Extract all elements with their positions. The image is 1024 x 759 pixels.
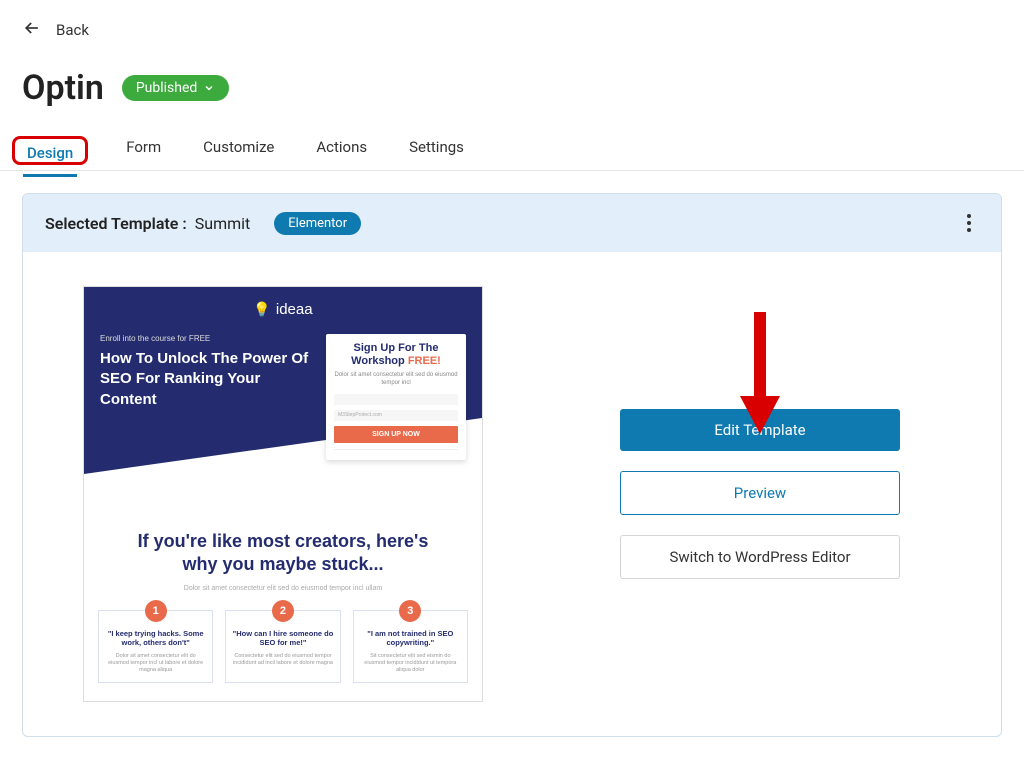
preview-card-3: 3 "I am not trained in SEO copywriting."… bbox=[353, 610, 468, 683]
preview-input-1 bbox=[334, 394, 458, 405]
tab-form[interactable]: Form bbox=[122, 130, 165, 170]
annotation-highlight: Design bbox=[12, 136, 88, 165]
preview-card-num: 3 bbox=[399, 600, 421, 622]
preview-card-num: 2 bbox=[272, 600, 294, 622]
preview-card-title: "How can I hire someone do SEO for me!" bbox=[232, 629, 333, 648]
preview-card-body: Consectetur elit sed do eiusmod tempor i… bbox=[232, 653, 333, 667]
preview-signup-free: FREE! bbox=[408, 355, 441, 367]
preview-input-2: M3StepProtect.com bbox=[334, 410, 458, 421]
preview-card-body: Sit consectetur elit sed eismin do eiusm… bbox=[360, 653, 461, 674]
preview-card-1: 1 "I keep trying hacks. Some work, other… bbox=[98, 610, 213, 683]
edit-template-button[interactable]: Edit Template bbox=[620, 409, 900, 451]
preview-signup-card: Sign Up For The Workshop FREE! Dolor sit… bbox=[326, 334, 466, 460]
preview-signup-sub: Dolor sit amet consectetur elit sed do e… bbox=[334, 372, 458, 388]
tab-customize[interactable]: Customize bbox=[199, 130, 278, 170]
template-preview: 💡 ideaa Enroll into the course for FREE … bbox=[83, 286, 503, 702]
preview-card-body: Dolor sit amet consectetur elit do eiusm… bbox=[105, 653, 206, 674]
panel-header: Selected Template : Summit Elementor bbox=[23, 194, 1001, 252]
preview-card-title: "I am not trained in SEO copywriting." bbox=[360, 629, 461, 648]
template-panel: Selected Template : Summit Elementor 💡 i… bbox=[22, 193, 1002, 737]
preview-card-title: "I keep trying hacks. Some work, others … bbox=[105, 629, 206, 648]
chevron-down-icon bbox=[203, 82, 215, 94]
status-badge[interactable]: Published bbox=[122, 75, 229, 101]
tabs: Design Form Customize Actions Settings bbox=[0, 120, 1024, 171]
preview-sub2: Dolor sit amet consectetur elit sed do e… bbox=[110, 585, 456, 592]
preview-h2: If you're like most creators, here's why… bbox=[110, 530, 456, 577]
preview-card-num: 1 bbox=[145, 600, 167, 622]
builder-badge: Elementor bbox=[274, 212, 361, 235]
status-text: Published bbox=[136, 80, 197, 96]
preview-headline: How To Unlock The Power Of SEO For Ranki… bbox=[100, 349, 312, 410]
preview-card-2: 2 "How can I hire someone do SEO for me!… bbox=[225, 610, 340, 683]
selected-template-label: Selected Template : bbox=[45, 214, 187, 233]
tab-settings[interactable]: Settings bbox=[405, 130, 468, 170]
selected-template-name: Summit bbox=[195, 214, 251, 233]
back-button[interactable]: Back bbox=[56, 21, 89, 39]
preview-enroll: Enroll into the course for FREE bbox=[100, 334, 312, 343]
switch-editor-button[interactable]: Switch to WordPress Editor bbox=[620, 535, 900, 579]
back-arrow-icon[interactable] bbox=[22, 18, 42, 42]
tab-design[interactable]: Design bbox=[23, 136, 77, 176]
preview-logo-text: ideaa bbox=[276, 301, 313, 318]
kebab-menu[interactable] bbox=[959, 210, 979, 236]
tab-actions[interactable]: Actions bbox=[312, 130, 371, 170]
preview-logo: 💡 ideaa bbox=[100, 301, 466, 318]
preview-button[interactable]: Preview bbox=[620, 471, 900, 515]
preview-cta: SIGN UP NOW bbox=[334, 426, 458, 443]
page-title: Optin bbox=[22, 68, 104, 108]
lightbulb-icon: 💡 bbox=[253, 301, 270, 318]
